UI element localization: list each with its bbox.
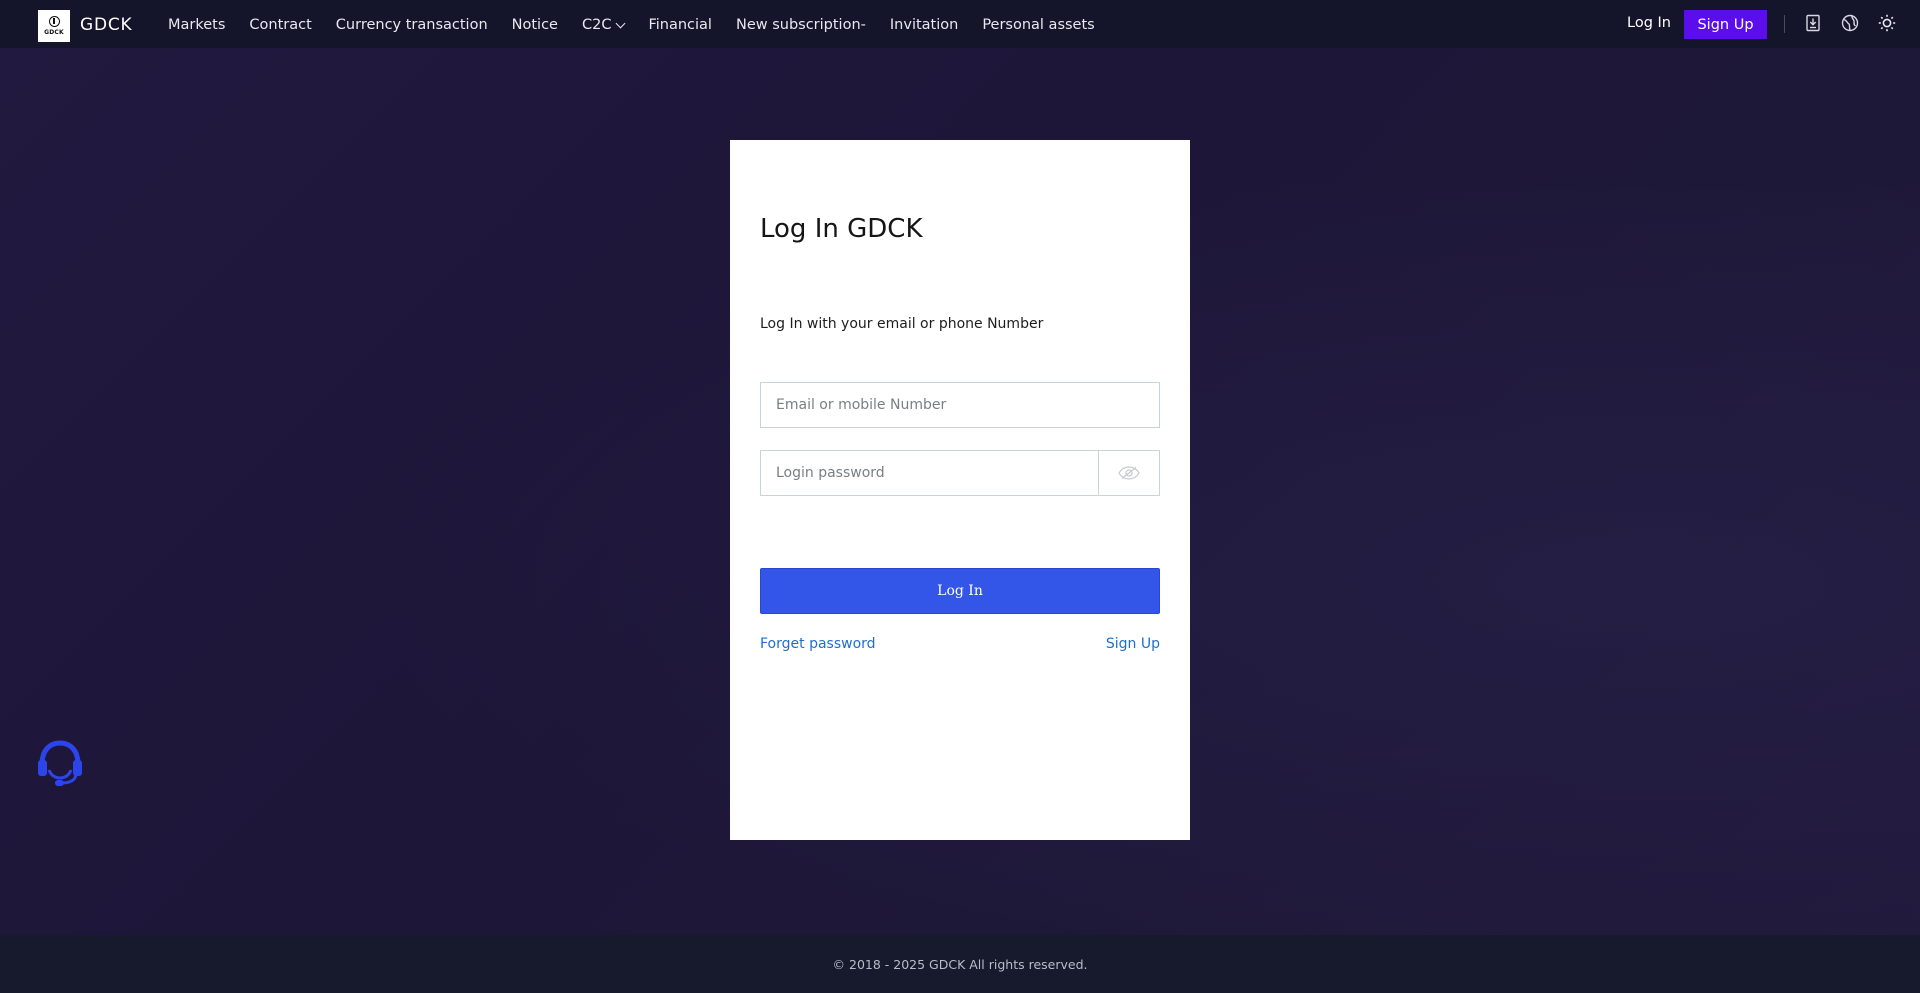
header-login-link[interactable]: Log In [1627, 15, 1671, 31]
toggle-password-visibility[interactable] [1098, 451, 1159, 495]
signup-link[interactable]: Sign Up [1106, 636, 1160, 652]
copyright-text: © 2018 - 2025 GDCK All rights reserved. [832, 956, 1088, 972]
nav-item-currency-transaction[interactable]: Currency transaction [336, 17, 488, 33]
main-nav: Markets Contract Currency transaction No… [168, 17, 1119, 33]
nav-item-personal-assets[interactable]: Personal assets [982, 17, 1094, 33]
forget-password-link[interactable]: Forget password [760, 636, 876, 652]
header-divider [1784, 15, 1785, 33]
nav-item-notice[interactable]: Notice [512, 17, 558, 33]
headset-icon[interactable] [36, 738, 84, 788]
eye-icon [1118, 466, 1140, 480]
header-signup-button[interactable]: Sign Up [1684, 10, 1767, 39]
login-title: Log In GDCK [760, 214, 923, 244]
nav-item-c2c-label: C2C [581, 17, 612, 33]
brand-name[interactable]: GDCK [80, 15, 132, 35]
password-field [760, 450, 1160, 496]
chevron-down-icon [616, 18, 626, 28]
sun-icon[interactable] [1878, 14, 1896, 32]
logo-text: GDCK [44, 29, 64, 36]
page-footer: © 2018 - 2025 GDCK All rights reserved. [0, 935, 1920, 993]
download-icon[interactable] [1804, 14, 1822, 32]
brand-logo[interactable]: GDCK [38, 10, 70, 42]
globe-icon[interactable] [1841, 14, 1859, 32]
login-submit-button[interactable]: Log In [760, 568, 1160, 614]
logo-mark-icon [48, 16, 60, 27]
login-card: Log In GDCK Log In with your email or ph… [730, 140, 1190, 840]
nav-item-markets[interactable]: Markets [168, 17, 225, 33]
email-field [760, 382, 1160, 428]
nav-item-financial[interactable]: Financial [648, 17, 712, 33]
password-input[interactable] [761, 451, 1099, 495]
nav-item-contract[interactable]: Contract [249, 17, 311, 33]
nav-item-c2c[interactable]: C2C [581, 17, 626, 33]
login-subtitle: Log In with your email or phone Number [760, 316, 1044, 332]
nav-item-invitation[interactable]: Invitation [890, 17, 958, 33]
nav-item-new-subscription[interactable]: New subscription- [736, 17, 866, 33]
email-input[interactable] [761, 383, 1159, 427]
top-navigation-bar: GDCK GDCK Markets Contract Currency tran… [0, 0, 1920, 48]
